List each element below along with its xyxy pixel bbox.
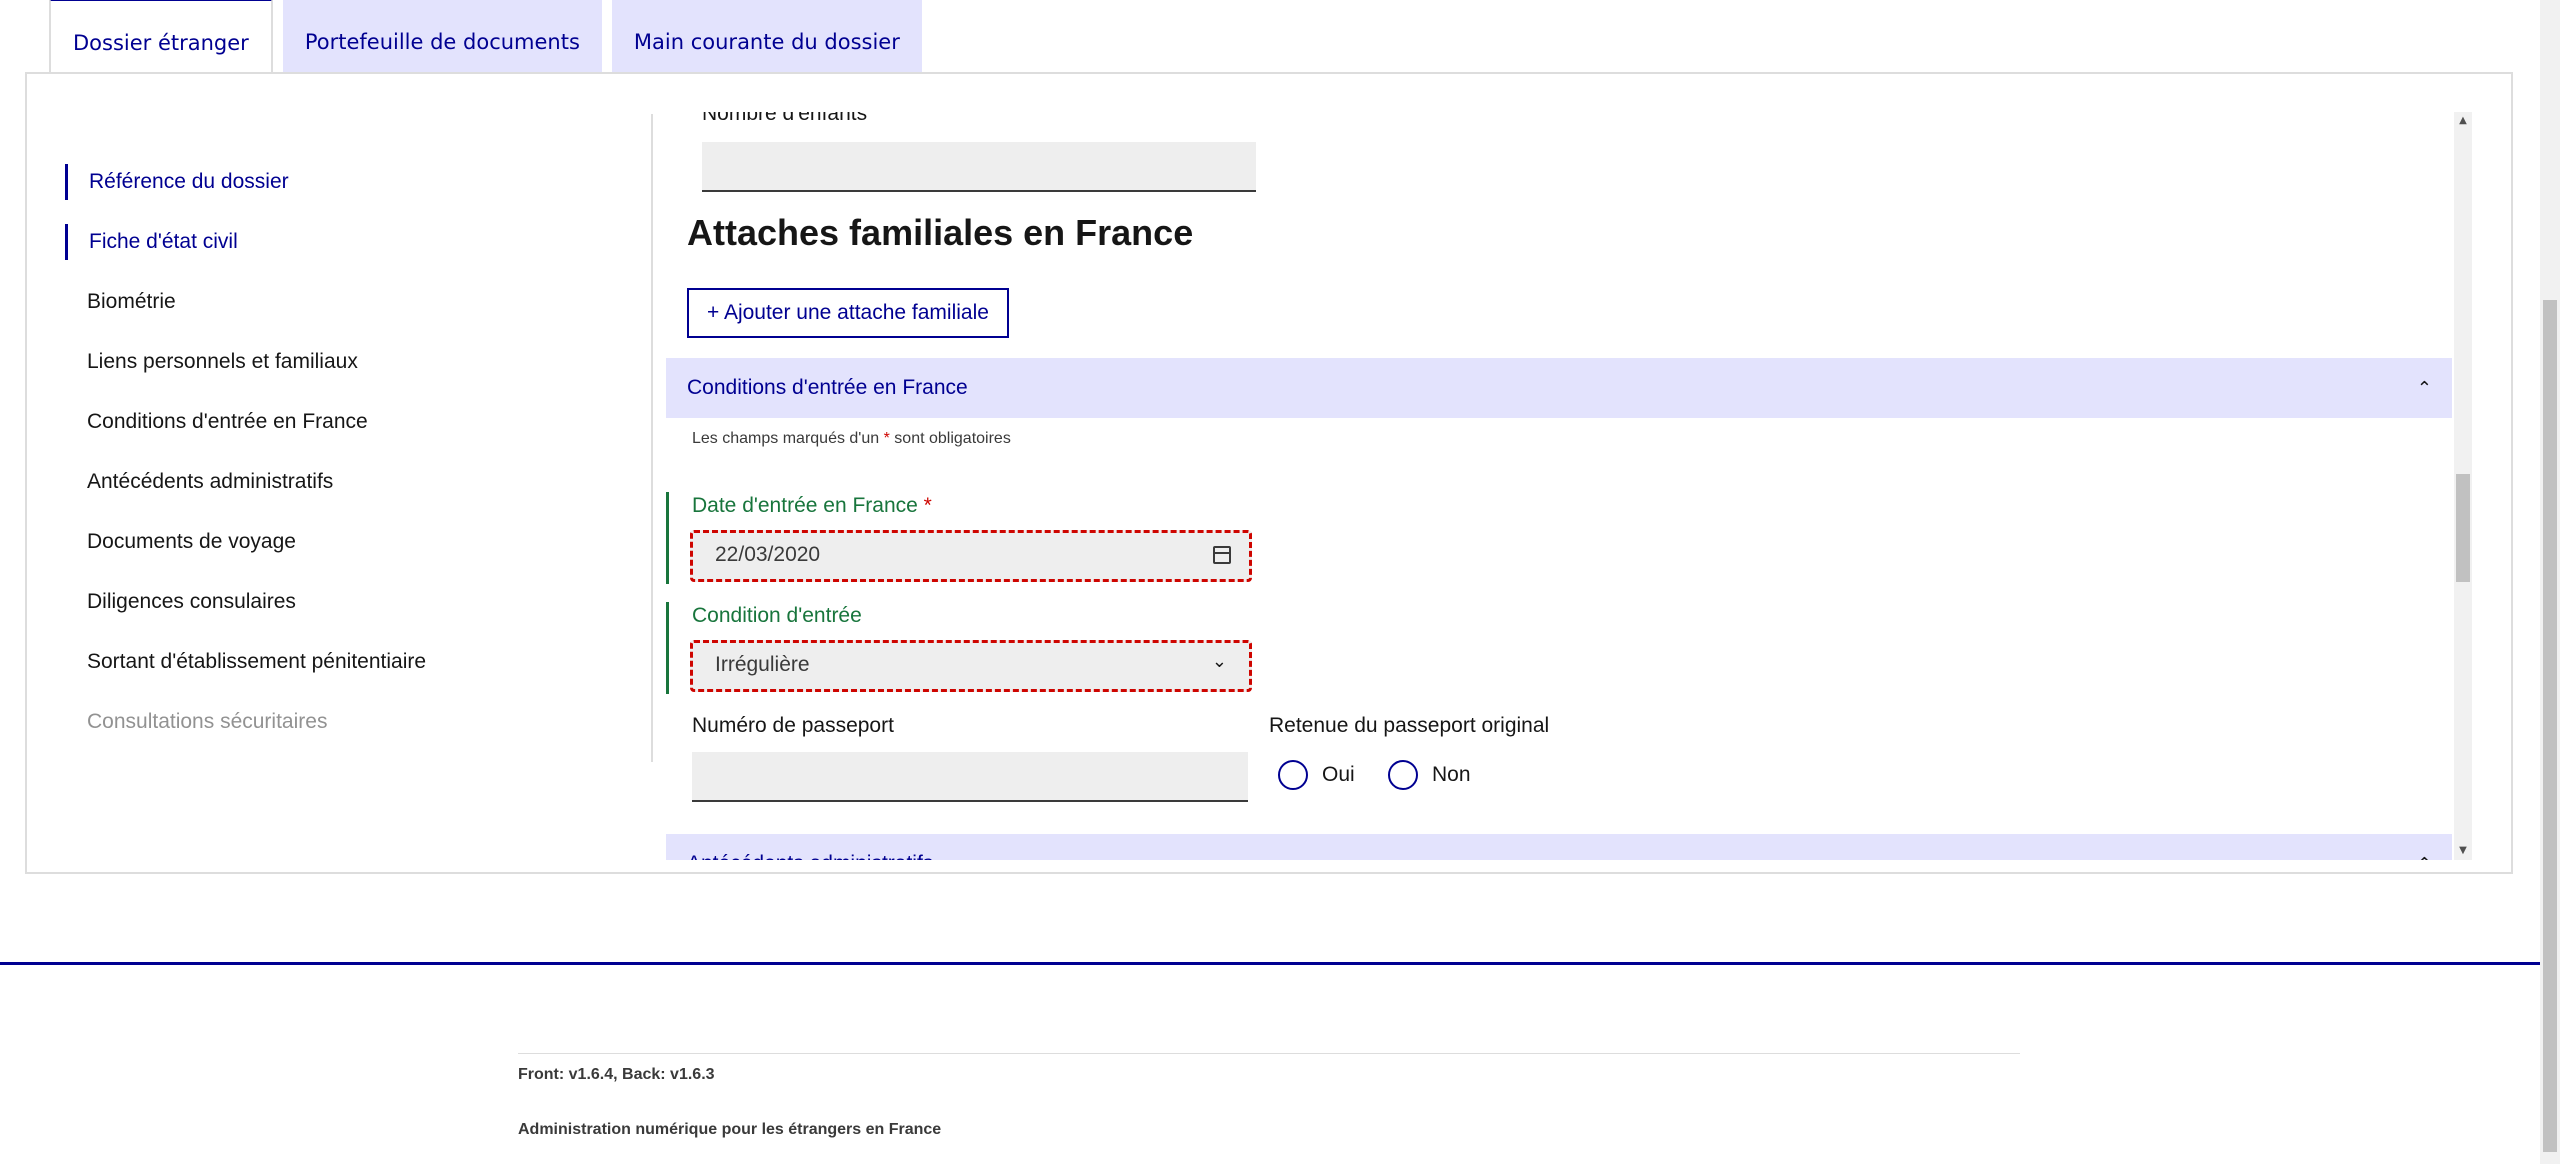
sidebar-item-biometrie[interactable]: Biométrie	[67, 284, 176, 320]
chevron-up-icon: ⌃	[2417, 834, 2432, 860]
valid-group-indicator	[666, 602, 669, 694]
sidebar-item-antecedents[interactable]: Antécédents administratifs	[67, 464, 333, 500]
accordion-antecedents[interactable]: Antécédents administratifs ⌃	[666, 834, 2452, 860]
entry-date-label: Date d'entrée en France *	[692, 494, 932, 517]
radio-circle[interactable]	[1388, 760, 1418, 790]
sidebar-item-reference-dossier[interactable]: Référence du dossier	[65, 164, 289, 200]
tab-bar: Dossier étranger Portefeuille de documen…	[49, 0, 922, 74]
form-content[interactable]: Nombre d'enfants Attaches familiales en …	[666, 112, 2454, 860]
radio-non[interactable]: Non	[1388, 760, 1471, 790]
add-family-tie-button[interactable]: + Ajouter une attache familiale	[687, 288, 1009, 338]
sidebar-item-fiche-etat-civil[interactable]: Fiche d'état civil	[65, 224, 238, 260]
page-scrollbar-thumb[interactable]	[2543, 300, 2557, 1152]
sidebar-item-conditions-entree[interactable]: Conditions d'entrée en France	[67, 404, 368, 440]
passport-number-input[interactable]	[692, 752, 1248, 802]
footer-tagline: Administration numérique pour les étrang…	[518, 1121, 942, 1138]
family-ties-heading: Attaches familiales en France	[687, 212, 1194, 253]
children-count-input[interactable]	[702, 142, 1256, 192]
version-info: Front: v1.6.4, Back: v1.6.3	[518, 1066, 715, 1083]
sidebar-item-diligences-consulaires[interactable]: Diligences consulaires	[67, 584, 296, 620]
footer-top-border	[0, 962, 2540, 965]
chevron-down-icon: ⌄	[1211, 651, 1227, 672]
passport-retention-label: Retenue du passeport original	[1269, 714, 1550, 737]
accordion-title: Antécédents administratifs	[687, 852, 933, 860]
sidebar-item-documents-voyage[interactable]: Documents de voyage	[67, 524, 296, 560]
required-fields-note: Les champs marqués d'un * sont obligatoi…	[692, 430, 1011, 447]
page-scrollbar[interactable]	[2540, 0, 2560, 1164]
scroll-up-arrow-icon[interactable]: ▲	[2454, 112, 2472, 130]
entry-condition-select[interactable]: Irrégulière ⌄	[690, 640, 1252, 692]
content-scrollbar[interactable]: ▲ ▼	[2454, 112, 2472, 860]
entry-date-input[interactable]: 22/03/2020	[690, 530, 1252, 582]
calendar-icon[interactable]	[1213, 546, 1231, 564]
chevron-up-icon: ⌃	[2416, 378, 2432, 398]
tab-portefeuille-documents[interactable]: Portefeuille de documents	[282, 0, 602, 74]
tab-dossier-etranger[interactable]: Dossier étranger	[49, 0, 273, 74]
children-count-label: Nombre d'enfants	[702, 112, 868, 125]
accordion-title: Conditions d'entrée en France	[687, 376, 968, 399]
scroll-down-arrow-icon[interactable]: ▼	[2454, 842, 2472, 860]
tab-main-courante[interactable]: Main courante du dossier	[611, 0, 922, 74]
radio-circle[interactable]	[1278, 760, 1308, 790]
passport-number-label: Numéro de passeport	[692, 714, 894, 737]
sidebar-item-sortant-penitentiaire[interactable]: Sortant d'établissement pénitentiaire	[67, 644, 426, 680]
valid-group-indicator	[666, 492, 669, 584]
sidebar-item-consultations-securitaires: Consultations sécuritaires	[87, 710, 328, 733]
sidebar-item-liens-personnels[interactable]: Liens personnels et familiaux	[67, 344, 358, 380]
radio-oui[interactable]: Oui	[1278, 760, 1355, 790]
footer-divider	[518, 1053, 2020, 1054]
nav-divider	[651, 114, 653, 762]
entry-condition-label: Condition d'entrée	[692, 604, 862, 627]
scrollbar-thumb[interactable]	[2456, 474, 2470, 582]
accordion-conditions-entree[interactable]: Conditions d'entrée en France ⌃	[666, 358, 2452, 418]
